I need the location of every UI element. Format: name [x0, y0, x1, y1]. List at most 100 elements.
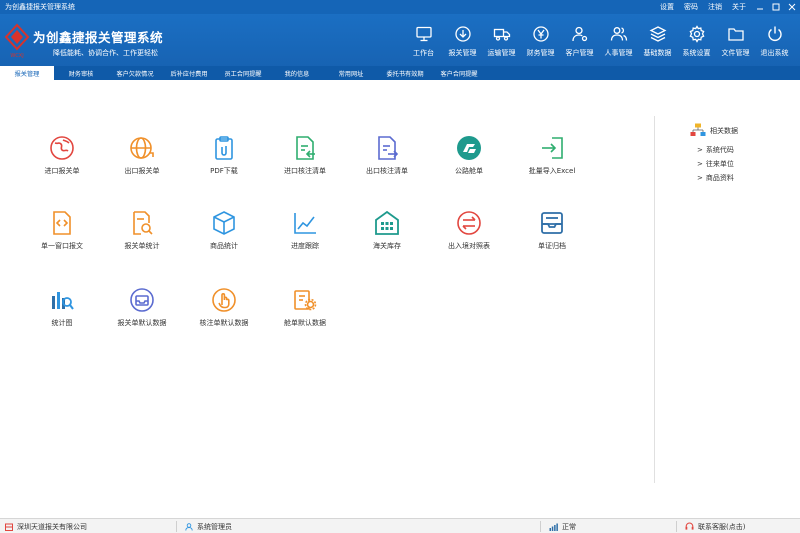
chevron-right-icon: >: [697, 159, 703, 168]
power-icon: [765, 24, 785, 44]
logout-link[interactable]: 注销: [708, 2, 722, 12]
module-toolbar: 工作台 报关管理 运输管理 财务管理 客户管理 人事管理 基础数据 系统设置 文…: [404, 14, 794, 66]
line-chart-icon: [290, 208, 320, 238]
export-declaration-button[interactable]: 出口报关单: [107, 133, 177, 188]
pdf-download-button[interactable]: PDF下载: [189, 133, 259, 188]
side-link-system-codes[interactable]: > 系统代码: [697, 144, 790, 155]
chevron-right-icon: >: [697, 145, 703, 154]
single-window-message-button[interactable]: 单一窗口报文: [27, 208, 97, 263]
swap-icon: [454, 208, 484, 238]
archive-icon: [537, 208, 567, 238]
app-header: WCXJ 为创鑫捷报关管理系统 降低能耗、协调合作、工作更轻松 工作台 报关管理…: [0, 14, 800, 66]
module-exit[interactable]: 退出系统: [755, 14, 794, 66]
customs-inventory-button[interactable]: 海关库存: [352, 208, 422, 263]
status-bar: 深圳天道报关有限公司 系统管理员 正常 联系客服(点击): [0, 518, 800, 533]
tab-payables[interactable]: 后补应付费用: [162, 66, 216, 80]
export-inventory-button[interactable]: 出口核注清单: [352, 133, 422, 188]
document-archive-button[interactable]: 单证归档: [517, 208, 587, 263]
tab-common-urls[interactable]: 常用网址: [324, 66, 378, 80]
module-transport[interactable]: 运输管理: [482, 14, 521, 66]
declaration-stats-button[interactable]: 报关单统计: [107, 208, 177, 263]
tab-employee-contract[interactable]: 员工合同提醒: [216, 66, 270, 80]
status-user: 系统管理员: [185, 519, 232, 533]
headset-icon: [685, 522, 694, 530]
statistics-chart-button[interactable]: 统计图: [27, 285, 97, 340]
truck-icon: [492, 24, 512, 44]
module-workbench[interactable]: 工作台: [404, 14, 443, 66]
minimize-icon[interactable]: [752, 0, 768, 14]
contact-support-button[interactable]: 联系客服(点击): [685, 519, 745, 533]
clipboard-icon: [209, 133, 239, 163]
progress-tracking-button[interactable]: 进度跟踪: [270, 208, 340, 263]
tab-my-info[interactable]: 我的信息: [270, 66, 324, 80]
tab-power-of-attorney[interactable]: 委托书有效期: [378, 66, 432, 80]
tab-customs[interactable]: 报关管理: [0, 66, 54, 80]
status-divider: [176, 521, 177, 532]
maximize-icon[interactable]: [768, 0, 784, 14]
box-icon: [209, 208, 239, 238]
road-icon: [454, 133, 484, 163]
side-divider: [654, 116, 655, 483]
status-divider: [540, 521, 541, 532]
inventory-default-data-button[interactable]: 核注单默认数据: [189, 285, 259, 340]
window-title: 为创鑫捷报关管理系统: [5, 3, 75, 11]
bar-chart-icon: [47, 285, 77, 315]
signal-icon: [549, 523, 558, 531]
tab-finance-audit[interactable]: 财务审核: [54, 66, 108, 80]
tab-customer-debt[interactable]: 客户欠款情况: [108, 66, 162, 80]
import-icon: [537, 133, 567, 163]
status-company: 深圳天道报关有限公司: [5, 519, 87, 533]
module-settings[interactable]: 系统设置: [677, 14, 716, 66]
doc-export-icon: [372, 133, 402, 163]
code-file-icon: [47, 208, 77, 238]
globe-in-icon: [47, 133, 77, 163]
related-data-panel: 相关数据 > 系统代码 > 往来单位 > 商品资料: [690, 123, 790, 183]
gear-icon: [687, 24, 707, 44]
module-basic-data[interactable]: 基础数据: [638, 14, 677, 66]
module-customers[interactable]: 客户管理: [560, 14, 599, 66]
status-connection: 正常: [549, 519, 576, 533]
people-icon: [609, 24, 629, 44]
yen-icon: [531, 24, 551, 44]
user-gear-icon: [570, 24, 590, 44]
module-customs[interactable]: 报关管理: [443, 14, 482, 66]
road-manifest-button[interactable]: 公路舱单: [434, 133, 504, 188]
module-finance[interactable]: 财务管理: [521, 14, 560, 66]
brand-logo: WCXJ: [3, 19, 31, 63]
settings-link[interactable]: 设置: [660, 2, 674, 12]
password-link[interactable]: 密码: [684, 2, 698, 12]
chevron-right-icon: >: [697, 173, 703, 182]
module-hr[interactable]: 人事管理: [599, 14, 638, 66]
tree-icon: [690, 123, 706, 139]
window-titlebar: 为创鑫捷报关管理系统 设置 密码 注销 关于: [0, 0, 800, 14]
status-divider: [676, 521, 677, 532]
tab-bar: 报关管理 财务审核 客户欠款情况 后补应付费用 员工合同提醒 我的信息 常用网址…: [0, 66, 800, 80]
tab-customer-contract[interactable]: 客户合同提醒: [432, 66, 486, 80]
import-declaration-button[interactable]: 进口报关单: [27, 133, 97, 188]
batch-import-excel-button[interactable]: 批量导入Excel: [517, 133, 587, 188]
doc-import-icon: [290, 133, 320, 163]
window-controls: 设置 密码 注销 关于: [660, 0, 800, 14]
manifest-default-data-button[interactable]: 舱单默认数据: [270, 285, 340, 340]
tray-icon: [127, 285, 157, 315]
svg-text:WCXJ: WCXJ: [10, 53, 23, 59]
product-stats-button[interactable]: 商品统计: [189, 208, 259, 263]
brand-slogan: 降低能耗、协调合作、工作更轻松: [53, 49, 158, 57]
declaration-default-data-button[interactable]: 报关单默认数据: [107, 285, 177, 340]
related-data-header: 相关数据: [690, 123, 790, 139]
side-link-partners[interactable]: > 往来单位: [697, 158, 790, 169]
layers-icon: [648, 24, 668, 44]
monitor-icon: [414, 24, 434, 44]
hand-icon: [209, 285, 239, 315]
module-files[interactable]: 文件管理: [716, 14, 755, 66]
globe-out-icon: [127, 133, 157, 163]
download-circle-icon: [453, 24, 473, 44]
warehouse-icon: [372, 208, 402, 238]
import-inventory-button[interactable]: 进口核注清单: [270, 133, 340, 188]
brand-title: 为创鑫捷报关管理系统: [33, 30, 164, 45]
main-area: 进口报关单 出口报关单 PDF下载 进口核注清单 出口核注清单 公路舱单 批量导…: [0, 80, 800, 518]
close-icon[interactable]: [784, 0, 800, 14]
about-link[interactable]: 关于: [732, 2, 746, 12]
side-link-products[interactable]: > 商品资料: [697, 172, 790, 183]
entry-exit-table-button[interactable]: 出入境对照表: [434, 208, 504, 263]
